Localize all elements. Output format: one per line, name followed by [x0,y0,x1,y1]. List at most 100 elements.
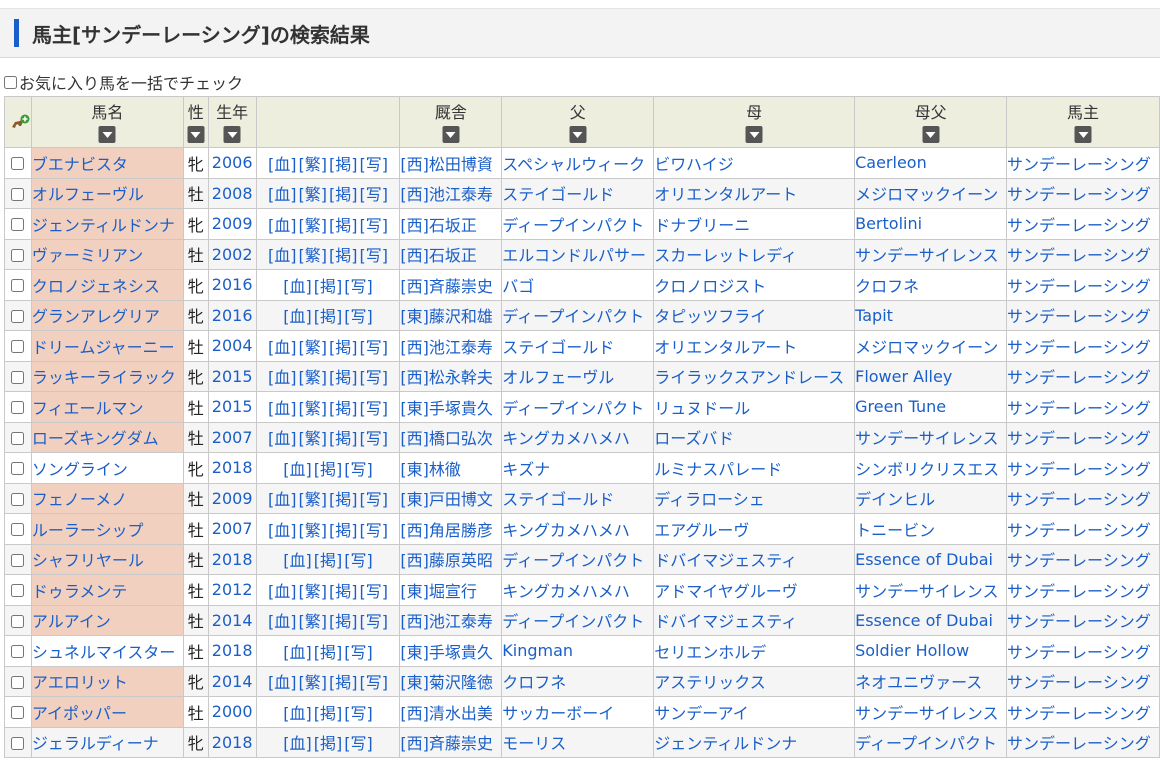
horse-year-link[interactable]: 2012 [212,580,253,599]
trainer-link[interactable]: [西]松田博資 [401,155,493,174]
horse-link[interactable]: [写] [360,216,389,235]
sire-link[interactable]: ディープインパクト [503,399,644,418]
horse-year-link[interactable]: 2016 [212,275,253,294]
owner-link[interactable]: サンデーレーシング [1008,216,1151,235]
owner-link[interactable]: サンデーレーシング [1008,185,1151,204]
horse-name-link[interactable]: シャフリヤール [32,551,144,570]
owner-link[interactable]: サンデーレーシング [1008,155,1151,174]
horse-year-link[interactable]: 2018 [212,458,253,477]
horse-link[interactable]: [掲] [329,216,358,235]
trainer-link[interactable]: [東]林徹 [401,460,461,479]
row-checkbox[interactable] [11,309,25,323]
sort-year-icon[interactable] [223,126,241,143]
dam-link[interactable]: タピッツフライ [655,307,767,326]
fav-check-all-checkbox[interactable] [4,75,17,89]
add-horse-icon[interactable] [10,113,30,133]
dam-link[interactable]: リュヌドール [655,399,751,418]
sire-link[interactable]: ディープインパクト [503,216,644,235]
add-horse-header[interactable] [4,96,32,148]
horse-name-link[interactable]: アイポッパー [32,704,127,723]
row-checkbox[interactable] [11,584,25,598]
row-checkbox[interactable] [11,706,25,720]
owner-link[interactable]: サンデーレーシング [1008,429,1151,448]
horse-link[interactable]: [血] [268,429,297,448]
sire-link[interactable]: キズナ [503,460,551,479]
trainer-link[interactable]: [西]石坂正 [401,216,477,235]
horse-link[interactable]: [写] [360,399,389,418]
row-checkbox[interactable] [11,401,25,415]
owner-link[interactable]: サンデーレーシング [1008,521,1151,540]
horse-link[interactable]: [血] [283,551,312,570]
horse-link[interactable]: [掲] [314,643,343,662]
owner-link[interactable]: サンデーレーシング [1008,246,1151,265]
horse-name-link[interactable]: アルアイン [32,612,111,631]
horse-year-link[interactable]: 2018 [212,733,253,752]
horse-link[interactable]: [掲] [329,185,358,204]
damsire-link[interactable]: メジロマックイーン [856,185,999,204]
horse-link[interactable]: [繁] [299,338,328,357]
horse-link[interactable]: [血] [268,490,297,509]
row-checkbox[interactable] [11,248,25,262]
horse-link[interactable]: [写] [360,673,389,692]
trainer-link[interactable]: [西]藤原英昭 [401,551,493,570]
sire-link[interactable]: ステイゴールド [503,185,615,204]
horse-link[interactable]: [写] [360,338,389,357]
horse-link[interactable]: [血] [268,155,297,174]
owner-link[interactable]: サンデーレーシング [1008,490,1151,509]
sire-link[interactable]: スペシャルウィーク [503,155,645,174]
owner-link[interactable]: サンデーレーシング [1008,338,1151,357]
trainer-link[interactable]: [西]池江泰寿 [401,338,493,357]
horse-link[interactable]: [繁] [299,612,328,631]
horse-link[interactable]: [繁] [299,216,328,235]
horse-link[interactable]: [掲] [329,368,358,387]
sire-link[interactable]: キングカメハメハ [503,429,630,448]
sire-link[interactable]: サッカーボーイ [503,704,615,723]
row-checkbox[interactable] [11,614,25,628]
horse-year-link[interactable]: 2015 [212,367,253,386]
horse-link[interactable]: [繁] [299,521,328,540]
horse-link[interactable]: [写] [360,185,389,204]
horse-link[interactable]: [写] [344,551,373,570]
row-checkbox[interactable] [11,736,25,750]
damsire-link[interactable]: クロフネ [856,277,920,296]
trainer-link[interactable]: [東]手塚貴久 [401,399,493,418]
horse-year-link[interactable]: 2018 [212,550,253,569]
horse-name-link[interactable]: ジェンティルドンナ [32,216,175,235]
horse-link[interactable]: [繁] [299,185,328,204]
damsire-link[interactable]: シンボリクリスエス [856,460,1000,479]
damsire-link[interactable]: サンデーサイレンス [856,582,999,601]
trainer-link[interactable]: [東]藤沢和雄 [401,307,493,326]
sire-link[interactable]: クロフネ [503,673,567,692]
sire-link[interactable]: ディープインパクト [503,612,644,631]
owner-link[interactable]: サンデーレーシング [1008,704,1151,723]
row-checkbox[interactable] [11,523,25,537]
trainer-link[interactable]: [東]菊沢隆徳 [401,673,493,692]
horse-year-link[interactable]: 2004 [212,336,253,355]
sort-sex-icon[interactable] [187,126,205,143]
owner-link[interactable]: サンデーレーシング [1008,734,1151,753]
horse-link[interactable]: [血] [268,521,297,540]
damsire-link[interactable]: サンデーサイレンス [856,429,999,448]
horse-link[interactable]: [繁] [299,246,328,265]
horse-link[interactable]: [血] [283,307,312,326]
horse-link[interactable]: [掲] [329,429,358,448]
sire-link[interactable]: バゴ [503,277,535,296]
trainer-link[interactable]: [西]斉藤崇史 [401,734,493,753]
dam-link[interactable]: ビワハイジ [655,155,734,174]
sire-link[interactable]: オルフェーヴル [503,368,615,387]
horse-link[interactable]: [写] [344,734,373,753]
horse-link[interactable]: [写] [360,246,389,265]
horse-link[interactable]: [写] [360,612,389,631]
sire-link[interactable]: Kingman [503,641,573,660]
horse-link[interactable]: [血] [283,704,312,723]
trainer-link[interactable]: [西]池江泰寿 [401,185,493,204]
horse-link[interactable]: [掲] [329,521,358,540]
owner-link[interactable]: サンデーレーシング [1008,673,1151,692]
owner-link[interactable]: サンデーレーシング [1008,460,1151,479]
horse-link[interactable]: [繁] [299,399,328,418]
row-checkbox[interactable] [11,675,25,689]
horse-year-link[interactable]: 2009 [212,214,253,233]
dam-link[interactable]: ライラックスアンドレース [655,368,845,387]
damsire-link[interactable]: Bertolini [856,214,922,233]
horse-link[interactable]: [血] [268,216,297,235]
